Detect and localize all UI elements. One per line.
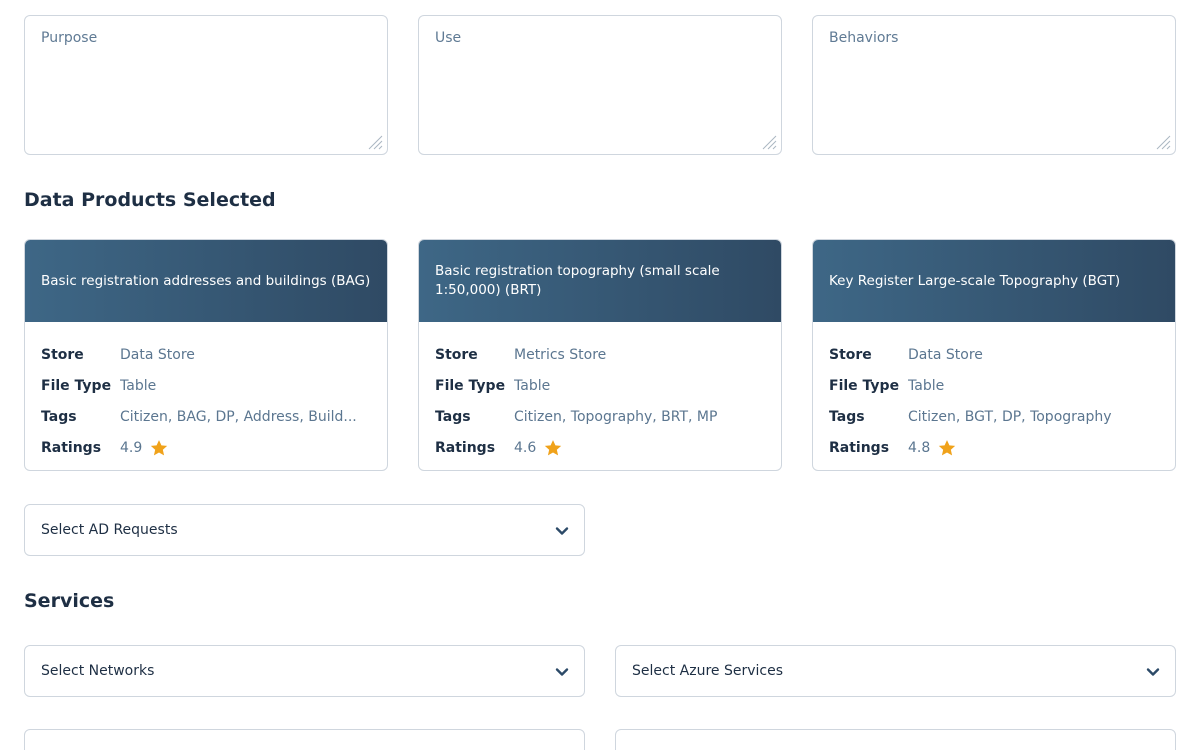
data-product-card[interactable]: Basic registration topography (small sca…: [418, 239, 782, 471]
bottom-field-right[interactable]: [615, 729, 1176, 750]
star-icon: [939, 439, 956, 455]
ratings-label: Ratings: [829, 439, 890, 456]
behaviors-placeholder: Behaviors: [829, 30, 899, 46]
file-type-label: File Type: [435, 377, 506, 394]
tags-row: Tags Citizen, BAG, DP, Address, Build...: [41, 401, 371, 432]
ratings-row: Ratings 4.9: [41, 432, 371, 463]
resize-grip-icon[interactable]: [759, 132, 777, 150]
data-products-title: Data Products Selected: [24, 189, 276, 211]
ratings-row: Ratings 4.8: [829, 432, 1159, 463]
store-row: Store Data Store: [41, 339, 371, 370]
store-value: Metrics Store: [514, 346, 607, 363]
card-title: Basic registration topography (small sca…: [435, 263, 720, 298]
card-title: Key Register Large-scale Topography (BGT…: [829, 272, 1121, 289]
file-type-label: File Type: [829, 377, 900, 394]
tags-label: Tags: [41, 408, 77, 425]
card-header: Basic registration addresses and buildin…: [25, 240, 387, 322]
store-value: Data Store: [120, 346, 195, 363]
chevron-down-icon[interactable]: [1145, 664, 1161, 680]
services-title: Services: [24, 590, 115, 612]
card-body: Store Metrics Store File Type Table Tags…: [419, 322, 781, 463]
bottom-field-left[interactable]: [24, 729, 585, 750]
ratings-row: Ratings 4.6: [435, 432, 765, 463]
store-label: Store: [829, 346, 872, 363]
card-body: Store Data Store File Type Table Tags Ci…: [813, 322, 1175, 463]
behaviors-textarea[interactable]: Behaviors: [812, 15, 1176, 155]
use-textarea[interactable]: Use: [418, 15, 782, 155]
file-type-row: File Type Table: [41, 370, 371, 401]
purpose-placeholder: Purpose: [41, 30, 98, 46]
rating-value: 4.9: [120, 439, 143, 456]
tags-value: Citizen, BAG, DP, Address, Build...: [120, 408, 357, 425]
purpose-textarea[interactable]: Purpose: [24, 15, 388, 155]
star-icon: [151, 439, 168, 455]
rating-value: 4.6: [514, 439, 537, 456]
resize-grip-icon[interactable]: [1153, 132, 1171, 150]
ad-requests-select[interactable]: Select AD Requests: [24, 504, 585, 556]
tags-row: Tags Citizen, BGT, DP, Topography: [829, 401, 1159, 432]
card-header: Basic registration topography (small sca…: [419, 240, 781, 322]
ratings-label: Ratings: [41, 439, 102, 456]
networks-select[interactable]: Select Networks: [24, 645, 585, 697]
file-type-label: File Type: [41, 377, 112, 394]
azure-services-placeholder: Select Azure Services: [632, 663, 783, 679]
tags-value: Citizen, Topography, BRT, MP: [514, 408, 718, 425]
star-icon: [545, 439, 562, 455]
ad-requests-placeholder: Select AD Requests: [41, 522, 178, 538]
store-label: Store: [41, 346, 84, 363]
store-label: Store: [435, 346, 478, 363]
chevron-down-icon[interactable]: [554, 664, 570, 680]
tags-label: Tags: [829, 408, 865, 425]
card-header: Key Register Large-scale Topography (BGT…: [813, 240, 1175, 322]
request-form-page: Purpose Use Behaviors Data Products Sele…: [0, 0, 1200, 750]
networks-placeholder: Select Networks: [41, 663, 155, 679]
tags-value: Citizen, BGT, DP, Topography: [908, 408, 1112, 425]
rating-value: 4.8: [908, 439, 931, 456]
store-row: Store Data Store: [829, 339, 1159, 370]
file-type-value: Table: [514, 377, 551, 394]
file-type-value: Table: [120, 377, 157, 394]
ratings-label: Ratings: [435, 439, 496, 456]
tags-row: Tags Citizen, Topography, BRT, MP: [435, 401, 765, 432]
store-row: Store Metrics Store: [435, 339, 765, 370]
tags-label: Tags: [435, 408, 471, 425]
file-type-row: File Type Table: [435, 370, 765, 401]
use-placeholder: Use: [435, 30, 462, 46]
file-type-row: File Type Table: [829, 370, 1159, 401]
chevron-down-icon[interactable]: [554, 523, 570, 539]
card-body: Store Data Store File Type Table Tags Ci…: [25, 322, 387, 463]
store-value: Data Store: [908, 346, 983, 363]
data-product-card[interactable]: Key Register Large-scale Topography (BGT…: [812, 239, 1176, 471]
azure-services-select[interactable]: Select Azure Services: [615, 645, 1176, 697]
resize-grip-icon[interactable]: [365, 132, 383, 150]
data-product-card[interactable]: Basic registration addresses and buildin…: [24, 239, 388, 471]
file-type-value: Table: [908, 377, 945, 394]
card-title: Basic registration addresses and buildin…: [41, 272, 371, 289]
